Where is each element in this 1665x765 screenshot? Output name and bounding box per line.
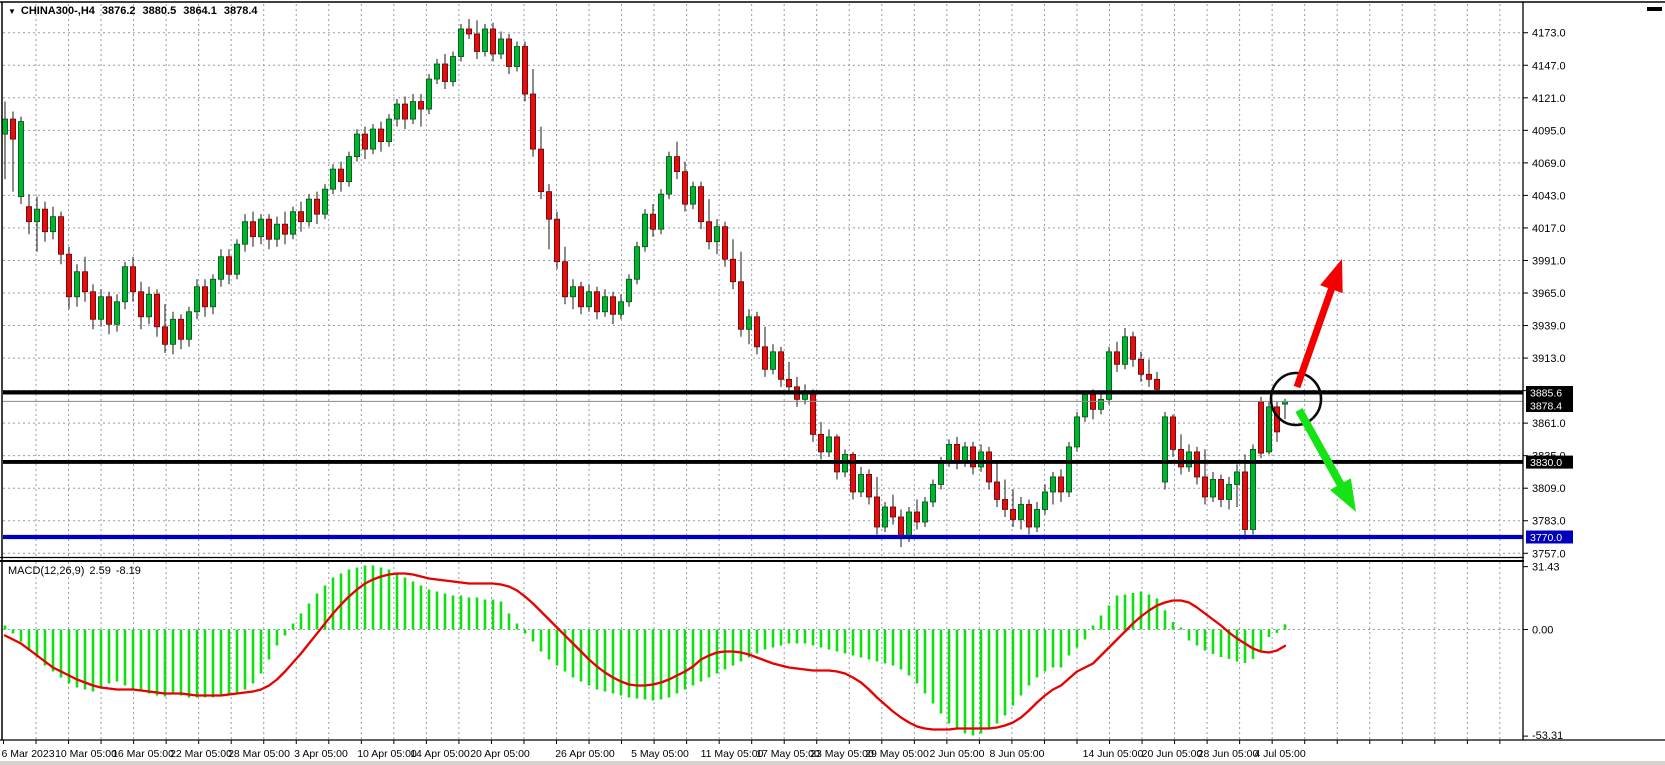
svg-text:26 Apr 05:00: 26 Apr 05:00 <box>555 748 615 760</box>
svg-text:6 Mar 2023: 6 Mar 2023 <box>1 748 54 760</box>
svg-text:29 May 05:00: 29 May 05:00 <box>865 748 929 760</box>
svg-text:3861.0: 3861.0 <box>1532 418 1566 430</box>
svg-text:3783.0: 3783.0 <box>1532 516 1566 528</box>
svg-text:3757.0: 3757.0 <box>1532 548 1566 560</box>
symbol-dropdown-icon[interactable]: ▼ <box>8 7 16 16</box>
svg-text:4147.0: 4147.0 <box>1532 60 1566 72</box>
macd-label: MACD(12,26,9) <box>8 565 84 577</box>
panel-separator[interactable] <box>0 557 1665 562</box>
mt4-chart-window: 6 Mar 202310 Mar 05:0016 Mar 05:0022 Mar… <box>0 0 1665 765</box>
price-tag-3770.0: 3770.0 <box>1526 531 1573 545</box>
chart-canvas[interactable]: 6 Mar 202310 Mar 05:0016 Mar 05:0022 Mar… <box>0 0 1665 765</box>
svg-text:5 May 05:00: 5 May 05:00 <box>631 748 689 760</box>
svg-text:3939.0: 3939.0 <box>1532 321 1566 333</box>
svg-text:20 Apr 05:00: 20 Apr 05:00 <box>470 748 530 760</box>
macd-main-value: 2.59 <box>89 565 110 577</box>
time-axis[interactable]: 6 Mar 202310 Mar 05:0016 Mar 05:0022 Mar… <box>0 740 1665 765</box>
svg-text:10 Apr 05:00: 10 Apr 05:00 <box>357 748 417 760</box>
price-axis[interactable]: 4173.0 4147.0 4121.0 4095.0 4069.0 4043.0 4017… <box>1523 2 1665 742</box>
svg-text:0.00: 0.00 <box>1532 625 1553 637</box>
svg-text:28 Mar 05:00: 28 Mar 05:00 <box>228 748 290 760</box>
macd-signal-value: -8.19 <box>116 565 141 577</box>
svg-text:3885.6: 3885.6 <box>1530 388 1562 400</box>
ohlc-open: 3876.2 <box>102 5 136 17</box>
svg-text:3830.0: 3830.0 <box>1530 457 1562 469</box>
ohlc-high: 3880.5 <box>143 5 177 17</box>
svg-text:31.43: 31.43 <box>1532 562 1560 574</box>
svg-text:4069.0: 4069.0 <box>1532 158 1566 170</box>
svg-text:4017.0: 4017.0 <box>1532 223 1566 235</box>
svg-text:14 Jun 05:00: 14 Jun 05:00 <box>1083 748 1144 760</box>
macd-indicator-readout: MACD(12,26,9) 2.59 -8.19 <box>8 565 146 577</box>
svg-text:4173.0: 4173.0 <box>1532 28 1566 40</box>
ohlc-low: 3864.1 <box>183 5 217 17</box>
svg-text:3991.0: 3991.0 <box>1532 255 1566 267</box>
price-tag-3885.6: 3885.6 <box>1526 386 1573 400</box>
svg-text:22 Mar 05:00: 22 Mar 05:00 <box>170 748 232 760</box>
svg-text:20 Jun 05:00: 20 Jun 05:00 <box>1142 748 1203 760</box>
price-tag-3878.4: 3878.4 <box>1526 399 1573 413</box>
symbol-name: CHINA300-,H4 <box>21 5 95 17</box>
svg-text:14 Apr 05:00: 14 Apr 05:00 <box>410 748 470 760</box>
ohlc-close: 3878.4 <box>224 5 258 17</box>
svg-text:8 Jun 05:00: 8 Jun 05:00 <box>990 748 1045 760</box>
svg-text:4095.0: 4095.0 <box>1532 125 1566 137</box>
symbol-ohlc-readout: ▼ CHINA300-,H4 3876.2 3880.5 3864.1 3878… <box>8 5 265 17</box>
svg-text:4121.0: 4121.0 <box>1532 93 1566 105</box>
svg-text:11 May 05:00: 11 May 05:00 <box>701 748 764 760</box>
svg-text:3913.0: 3913.0 <box>1532 353 1566 365</box>
svg-text:16 Mar 05:00: 16 Mar 05:00 <box>112 748 174 760</box>
svg-text:4 Jul 05:00: 4 Jul 05:00 <box>1254 748 1306 760</box>
price-tag-3830.0: 3830.0 <box>1526 456 1573 470</box>
svg-text:3809.0: 3809.0 <box>1532 483 1566 495</box>
svg-text:3 Apr 05:00: 3 Apr 05:00 <box>294 748 348 760</box>
window-corner-mark[interactable] <box>1647 7 1662 11</box>
svg-text:3878.4: 3878.4 <box>1530 401 1562 413</box>
svg-text:-53.31: -53.31 <box>1532 730 1563 742</box>
svg-text:3770.0: 3770.0 <box>1530 532 1562 544</box>
svg-text:28 Jun 05:00: 28 Jun 05:00 <box>1198 748 1259 760</box>
svg-text:3965.0: 3965.0 <box>1532 288 1566 300</box>
svg-text:10 Mar 05:00: 10 Mar 05:00 <box>55 748 117 760</box>
svg-text:4043.0: 4043.0 <box>1532 190 1566 202</box>
svg-text:2 Jun 05:00: 2 Jun 05:00 <box>930 748 985 760</box>
